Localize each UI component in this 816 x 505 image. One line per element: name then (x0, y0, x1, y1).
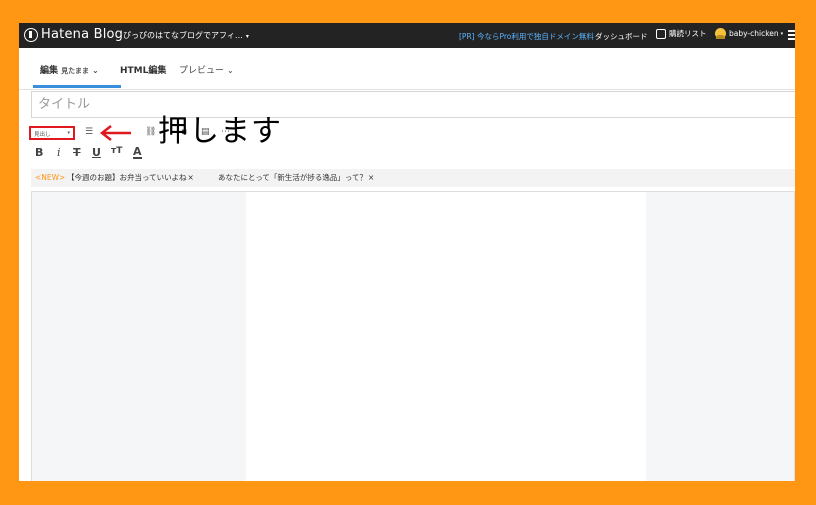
new-badge: <NEW> (35, 173, 66, 182)
user-menu[interactable]: baby-chicken ▾ (715, 28, 783, 39)
tab-wysiwyg-edit[interactable]: 編集 見たまま ⌄ (40, 63, 99, 76)
close-icon[interactable]: × (368, 173, 374, 182)
tab-edit-sub-label: 見たまま (61, 67, 89, 75)
top-bar: Hatena Blog ぴっぴのはてなブログでアフィ… ▾ [PR] 今ならPro… (19, 23, 795, 48)
blog-name-label: ぴっぴのはてなブログでアフィ… (123, 31, 243, 40)
italic-button[interactable]: i (57, 146, 61, 159)
strikethrough-button[interactable]: T (73, 146, 81, 159)
tab-preview[interactable]: プレビュー ⌄ (179, 63, 234, 76)
font-size-button[interactable]: тT (111, 146, 122, 156)
reading-list-icon (656, 28, 666, 39)
title-input[interactable] (31, 91, 795, 118)
topic-item[interactable]: 【今週のお題】お弁当っていいよね× (67, 169, 194, 187)
annotation-arrow-icon (99, 125, 131, 141)
topic-label: 【今週のお題】お弁当っていいよね (67, 173, 187, 182)
topic-item[interactable]: あなたにとって「新生活が捗る逸品」って？× (218, 169, 374, 187)
blog-name-dropdown[interactable]: ぴっぴのはてなブログでアフィ… ▾ (123, 30, 249, 41)
heading-select-value: 見出し (34, 132, 51, 138)
hatena-logo[interactable]: Hatena Blog (24, 27, 123, 43)
font-color-button[interactable]: A (133, 146, 142, 159)
active-tab-indicator (33, 85, 121, 88)
editor-tabs: 編集 見たまま ⌄ HTML編集 プレビュー ⌄ (19, 48, 795, 90)
browser-frame: Hatena Blog ぴっぴのはてなブログでアフィ… ▾ [PR] 今ならPro… (19, 23, 795, 481)
caret-down-icon: ▾ (67, 130, 70, 136)
topic-label: あなたにとって「新生活が捗る逸品」って？ (218, 173, 368, 182)
hatena-logo-icon (24, 28, 38, 42)
reading-list-link[interactable]: 購読リスト (656, 28, 707, 39)
pr-link[interactable]: [PR] 今ならPro利用で独自ドメイン無料 (459, 31, 594, 42)
caret-down-icon: ▾ (780, 30, 784, 37)
editor-area (31, 191, 795, 481)
topic-bar: <NEW> 【今週のお題】お弁当っていいよね× あなたにとって「新生活が捗る逸品… (31, 169, 795, 187)
hamburger-menu-icon[interactable] (788, 30, 795, 40)
tab-edit-label: 編集 (40, 66, 59, 76)
dashboard-link[interactable]: ダッシュボード (595, 31, 648, 42)
username: baby-chicken (729, 29, 779, 38)
caret-down-icon: ▾ (245, 33, 249, 40)
toolbar-row-2: B i T U тT A (29, 144, 229, 162)
bullet-list-icon[interactable]: ☰ (85, 127, 93, 137)
bold-button[interactable]: B (35, 146, 43, 159)
avatar (715, 28, 726, 39)
underline-button[interactable]: U (92, 146, 101, 159)
tab-preview-label: プレビュー (179, 66, 225, 76)
link-icon[interactable]: ⛓ (145, 127, 156, 137)
editor-body[interactable] (246, 192, 646, 481)
logo-text: Hatena Blog (41, 27, 124, 42)
chevron-down-icon: ⌄ (227, 66, 234, 75)
heading-select[interactable]: 見出し ▾ (29, 126, 75, 140)
close-icon[interactable]: × (187, 173, 193, 182)
tab-html-edit[interactable]: HTML編集 (120, 63, 166, 76)
chevron-down-icon: ⌄ (91, 66, 99, 75)
reading-list-label: 購読リスト (669, 29, 707, 38)
